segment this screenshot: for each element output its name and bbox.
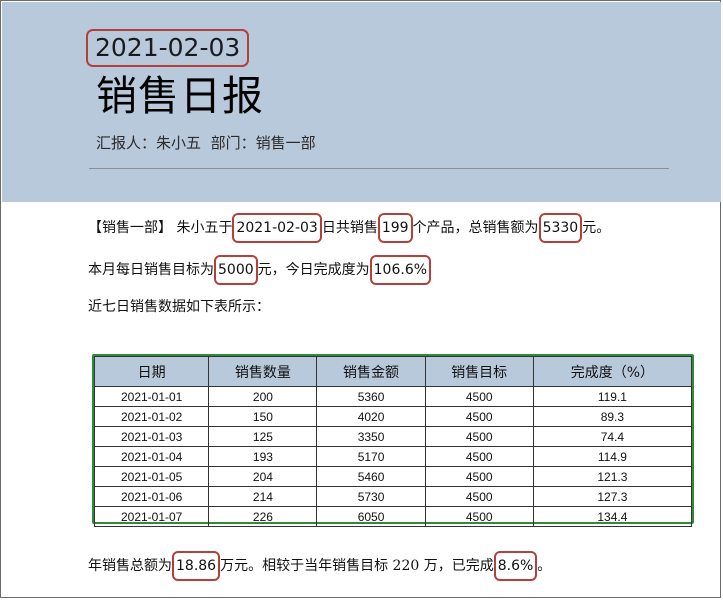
table-row: 2021-01-07 226 6050 4500 134.4 — [93, 506, 693, 527]
cell-date: 2021-01-04 — [93, 446, 210, 467]
annual-summary: 年销售总额为 18.86 万元。相较于当年销售目标 220 万，已完成 8.6%。 — [88, 551, 551, 581]
cell-target: 4500 — [424, 446, 534, 467]
cell-date: 2021-01-06 — [93, 486, 210, 507]
department-name: 销售一部 — [255, 134, 316, 152]
sales-table: 日期 销售数量 销售金额 销售目标 完成度（%） 2021-01-01 200 … — [93, 356, 693, 527]
table-row: 2021-01-01 200 5360 4500 119.1 — [93, 386, 693, 407]
annual-total: 18.86 — [172, 551, 221, 581]
report-page: 2021-02-03 销售日报 汇报人：朱小五 部门：销售一部 【销售一部】 朱… — [0, 0, 721, 598]
cell-amount: 4020 — [316, 406, 426, 427]
annual-text-a: 年销售总额为 — [88, 558, 172, 574]
summary-amount: 5330 — [538, 213, 583, 243]
table-row: 2021-01-04 193 5170 4500 114.9 — [93, 446, 693, 467]
cell-amount: 5170 — [316, 446, 426, 467]
cell-quantity: 125 — [208, 426, 318, 447]
column-header-date: 日期 — [93, 356, 210, 387]
reporter-label: 汇报人： — [96, 134, 157, 152]
cell-amount: 6050 — [316, 506, 426, 527]
cell-date: 2021-01-02 — [93, 406, 210, 427]
sales-table-frame: 日期 销售数量 销售金额 销售目标 完成度（%） 2021-01-01 200 … — [92, 354, 694, 527]
cell-quantity: 193 — [208, 446, 318, 467]
cell-date: 2021-01-07 — [93, 506, 210, 527]
report-title: 销售日报 — [96, 72, 264, 120]
cell-amount: 3350 — [316, 426, 426, 447]
cell-target: 4500 — [424, 466, 534, 487]
annual-text-c: 。 — [537, 558, 552, 574]
annual-percent: 8.6% — [493, 551, 538, 581]
summary-text-a: 日共销售 — [321, 220, 378, 236]
column-header-target: 销售目标 — [424, 356, 534, 387]
annual-text-b: 万元。相较于当年销售目标 220 万，已完成 — [220, 558, 494, 574]
summary-name: 朱小五于 — [176, 220, 233, 236]
reporter-name: 朱小五 — [156, 134, 202, 152]
cell-quantity: 150 — [208, 406, 318, 427]
cell-amount: 5360 — [316, 386, 426, 407]
target-text-a: 本月每日销售目标为 — [88, 262, 214, 278]
cell-completion: 114.9 — [532, 446, 693, 467]
table-header-row: 日期 销售数量 销售金额 销售目标 完成度（%） — [93, 356, 693, 387]
header-divider — [89, 168, 669, 169]
cell-completion: 119.1 — [532, 386, 693, 407]
cell-target: 4500 — [424, 426, 534, 447]
cell-target: 4500 — [424, 406, 534, 427]
cell-quantity: 214 — [208, 486, 318, 507]
cell-target: 4500 — [424, 486, 534, 507]
cell-completion: 89.3 — [532, 406, 693, 427]
summary-line-2: 本月每日销售目标为 5000 元，今日完成度为 106.6% — [88, 255, 432, 285]
target-text-b: 元，今日完成度为 — [257, 262, 370, 278]
report-header: 2021-02-03 销售日报 汇报人：朱小五 部门：销售一部 — [2, 2, 721, 202]
department-label: 部门： — [210, 134, 256, 152]
cell-completion: 127.3 — [532, 486, 693, 507]
cell-completion: 121.3 — [532, 466, 693, 487]
report-date: 2021-02-03 — [86, 29, 250, 67]
table-row: 2021-01-05 204 5460 4500 121.3 — [93, 466, 693, 487]
cell-target: 4500 — [424, 386, 534, 407]
cell-quantity: 204 — [208, 466, 318, 487]
reporter-info: 汇报人：朱小五 部门：销售一部 — [96, 132, 316, 154]
cell-quantity: 226 — [208, 506, 318, 527]
completion-rate: 106.6% — [369, 255, 432, 285]
column-header-completion: 完成度（%） — [532, 356, 693, 387]
cell-quantity: 200 — [208, 386, 318, 407]
cell-amount: 5730 — [316, 486, 426, 507]
cell-completion: 74.4 — [532, 426, 693, 447]
daily-target: 5000 — [214, 255, 258, 285]
summary-line-3: 近七日销售数据如下表所示： — [88, 299, 270, 315]
table-row: 2021-01-02 150 4020 4500 89.3 — [93, 406, 693, 427]
cell-target: 4500 — [424, 506, 534, 527]
summary-date: 2021-02-03 — [232, 213, 322, 243]
table-row: 2021-01-03 125 3350 4500 74.4 — [93, 426, 693, 447]
dept-tag: 【销售一部】 — [88, 220, 172, 236]
table-row: 2021-01-06 214 5730 4500 127.3 — [93, 486, 693, 507]
cell-completion: 134.4 — [532, 506, 693, 527]
cell-date: 2021-01-03 — [93, 426, 210, 447]
summary-text-b: 个产品，总销售额为 — [412, 220, 539, 236]
summary-line-1: 【销售一部】 朱小五于 2021-02-03 日共销售 199 个产品，总销售额为 533… — [88, 213, 610, 243]
cell-amount: 5460 — [316, 466, 426, 487]
cell-date: 2021-01-01 — [93, 386, 210, 407]
cell-date: 2021-01-05 — [93, 466, 210, 487]
summary-count: 199 — [377, 213, 413, 243]
column-header-amount: 销售金额 — [316, 356, 426, 387]
summary-text-c: 元。 — [582, 220, 611, 236]
column-header-quantity: 销售数量 — [208, 356, 318, 387]
